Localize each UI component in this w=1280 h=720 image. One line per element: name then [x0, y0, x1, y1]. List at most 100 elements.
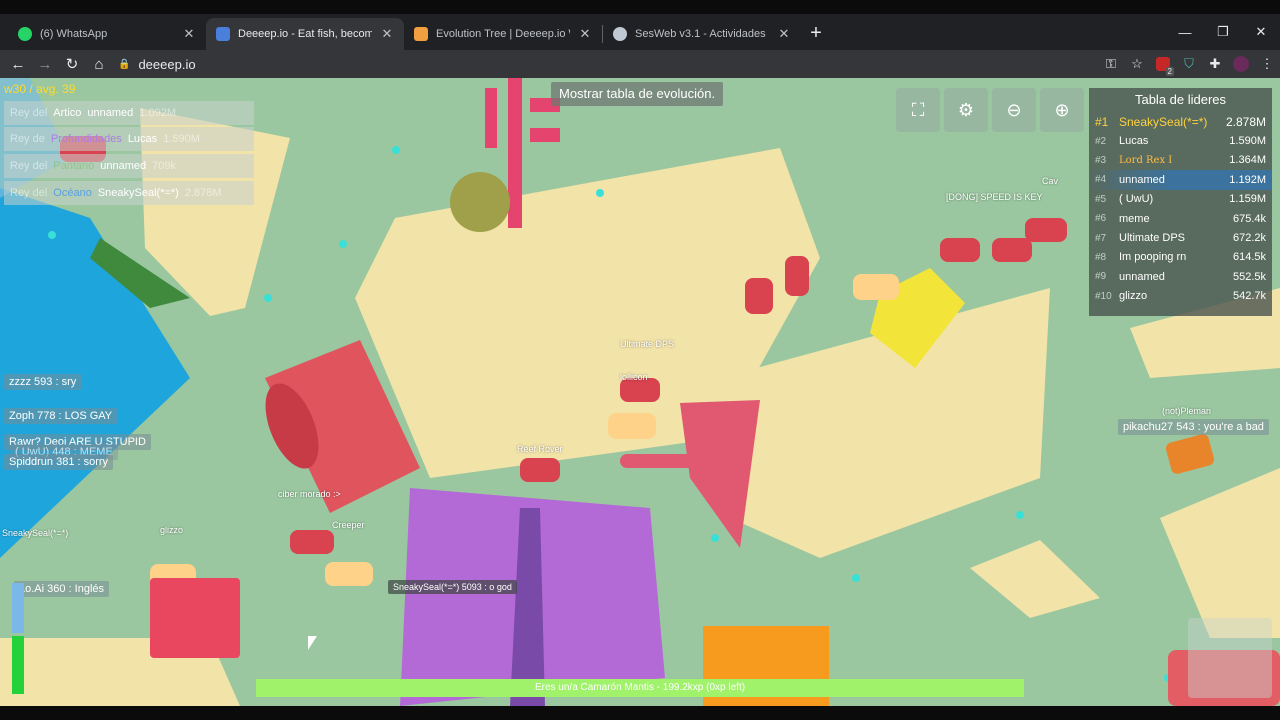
- score: 2.878M: [1225, 114, 1266, 129]
- game-canvas[interactable]: w30 / avg. 39 Mostrar tabla de evolución…: [0, 78, 1280, 706]
- king-score: 1.590M: [163, 133, 200, 145]
- chat-message: pikachu27 543 : you're a bad: [1118, 419, 1269, 435]
- player-name: unnamed: [1119, 173, 1165, 186]
- maximize-button[interactable]: ❐: [1204, 14, 1242, 50]
- settings-button[interactable]: ⚙: [944, 88, 988, 132]
- player-label: ciber morado :>: [278, 489, 341, 499]
- king-biome: Pantano: [53, 160, 95, 172]
- tab-title: Deeeep.io - Eat fish, become the: [238, 28, 372, 40]
- browser-toolbar: ← → ↻ ⌂ 🔒 deeeep.io ⚿ ☆ 2 ⛉ ✚ ⋮: [0, 50, 1280, 78]
- king-biome: Océano: [53, 187, 92, 199]
- tab-title: (6) WhatsApp: [40, 28, 108, 40]
- player-name: meme: [1119, 212, 1150, 225]
- player-label: glizzo: [160, 525, 184, 535]
- chat-message: zzzz 593 : sry: [4, 374, 82, 390]
- deeeep-icon: [216, 27, 230, 41]
- letterbox-bottom: [0, 706, 1280, 720]
- score: 1.159M: [1229, 193, 1266, 206]
- player-label: Ultimate DPS: [620, 339, 675, 349]
- chat-message: Lo.Ai 360 : Inglés: [14, 581, 110, 597]
- address-bar[interactable]: 🔒 deeeep.io: [118, 51, 1098, 77]
- adblock-badge: 2: [1165, 67, 1174, 76]
- globe-icon: [613, 27, 627, 41]
- rank: #3: [1095, 154, 1107, 166]
- tab-title: SesWeb v3.1 - Actividades: [635, 28, 766, 40]
- rank: #9: [1095, 271, 1107, 283]
- health-meter: [12, 583, 24, 633]
- letterbox-top: [0, 0, 1280, 14]
- close-tab-icon[interactable]: ✕: [777, 26, 791, 42]
- king-title: Rey del: [10, 107, 48, 119]
- player-label: Reef Rover: [517, 444, 563, 454]
- fullscreen-button[interactable]: ⛶: [896, 88, 940, 132]
- zoom-in-button[interactable]: ⊕: [1040, 88, 1084, 132]
- rank: #6: [1095, 213, 1107, 225]
- player-name: ( UwU): [1119, 193, 1154, 206]
- forward-icon[interactable]: →: [32, 51, 58, 77]
- score: 672.2k: [1232, 232, 1266, 245]
- whatsapp-icon: [18, 27, 32, 41]
- close-tab-icon[interactable]: ✕: [182, 26, 196, 42]
- menu-icon[interactable]: ⋮: [1254, 51, 1280, 77]
- leaderboard-row: #2 Lucas 1.590M: [1089, 131, 1272, 150]
- star-icon[interactable]: ☆: [1124, 51, 1150, 77]
- close-window-button[interactable]: ✕: [1242, 14, 1280, 50]
- leaderboard-row: #1 SneakySeal(*=*) 2.878M: [1089, 112, 1272, 131]
- leaderboard: Tabla de lideres #1 SneakySeal(*=*) 2.878M…: [1089, 88, 1272, 316]
- player-label: SneakySeal(*=*): [2, 528, 69, 538]
- king-biome: Artico: [53, 107, 82, 119]
- tab-whatsapp[interactable]: (6) WhatsApp ✕: [8, 18, 206, 50]
- tab-bar: (6) WhatsApp ✕ Deeeep.io - Eat fish, bec…: [0, 14, 1280, 50]
- king-score: 2.878M: [184, 187, 222, 199]
- king-row: Rey del Artico unnamed 1.092M: [4, 101, 254, 125]
- close-tab-icon[interactable]: ✕: [380, 26, 394, 42]
- leaderboard-row: #8 Im pooping rn 614.5k: [1089, 248, 1272, 267]
- new-tab-button[interactable]: +: [801, 18, 831, 50]
- king-row: Rey del Océano SneakySeal(*=*) 2.878M: [4, 181, 254, 205]
- leaderboard-row: #3 Lord Rex I 1.364M: [1089, 151, 1272, 170]
- puzzle-icon[interactable]: ✚: [1202, 51, 1228, 77]
- home-icon[interactable]: ⌂: [86, 51, 112, 77]
- king-score: 1.092M: [139, 107, 176, 119]
- player-name: Ultimate DPS: [1119, 232, 1186, 245]
- boost-meter: [12, 636, 24, 694]
- rank: #4: [1095, 174, 1107, 186]
- chat-message: Zoph 778 : LOS GAY: [4, 408, 118, 424]
- player-name: Lord Rex I: [1119, 154, 1173, 166]
- king-name: SneakySeal(*=*): [97, 187, 179, 199]
- tab-deeeep[interactable]: Deeeep.io - Eat fish, become the ✕: [206, 18, 404, 50]
- tab-evolution-tree[interactable]: Evolution Tree | Deeeep.io Wiki | ✕: [404, 18, 602, 50]
- reload-icon[interactable]: ↻: [59, 51, 85, 77]
- evolution-table-button[interactable]: Mostrar tabla de evolución.: [551, 82, 724, 106]
- back-icon[interactable]: ←: [5, 51, 31, 77]
- player-label: (not)Pleman: [1162, 406, 1212, 416]
- king-title: Rey del: [10, 160, 48, 172]
- avatar[interactable]: [1228, 51, 1254, 77]
- player-name: Lucas: [1119, 135, 1149, 148]
- lock-icon: 🔒: [118, 58, 131, 70]
- king-title: Rey de: [10, 133, 45, 145]
- player-label: lollicon: [620, 372, 648, 382]
- score: 1.590M: [1229, 135, 1266, 148]
- player-name: unnamed: [1119, 270, 1165, 283]
- score: 675.4k: [1232, 212, 1266, 225]
- zoom-out-button[interactable]: ⊖: [992, 88, 1036, 132]
- adblock-icon[interactable]: 2: [1150, 51, 1176, 77]
- king-score: 709k: [152, 160, 177, 172]
- score: 614.5k: [1232, 251, 1266, 264]
- close-tab-icon[interactable]: ✕: [578, 26, 592, 42]
- king-name: unnamed: [87, 107, 134, 119]
- key-icon[interactable]: ⚿: [1098, 51, 1124, 77]
- player-name: glizzo: [1119, 290, 1148, 303]
- rank: #5: [1095, 193, 1107, 205]
- tab-sesweb[interactable]: SesWeb v3.1 - Actividades ✕: [603, 18, 801, 50]
- leaderboard-row: #10 glizzo 542.7k: [1089, 287, 1272, 306]
- minimize-button[interactable]: —: [1166, 14, 1204, 50]
- king-name: Lucas: [127, 133, 158, 145]
- rank: #2: [1095, 135, 1107, 147]
- mouse-cursor-icon: [308, 636, 317, 650]
- leaderboard-row: #7 Ultimate DPS 672.2k: [1089, 228, 1272, 247]
- xp-bar: Eres un/a Camarón Mantis - 199.2kxp (0xp…: [256, 679, 1024, 697]
- tab-title: Evolution Tree | Deeeep.io Wiki |: [436, 28, 570, 40]
- shield-icon[interactable]: ⛉: [1176, 51, 1202, 77]
